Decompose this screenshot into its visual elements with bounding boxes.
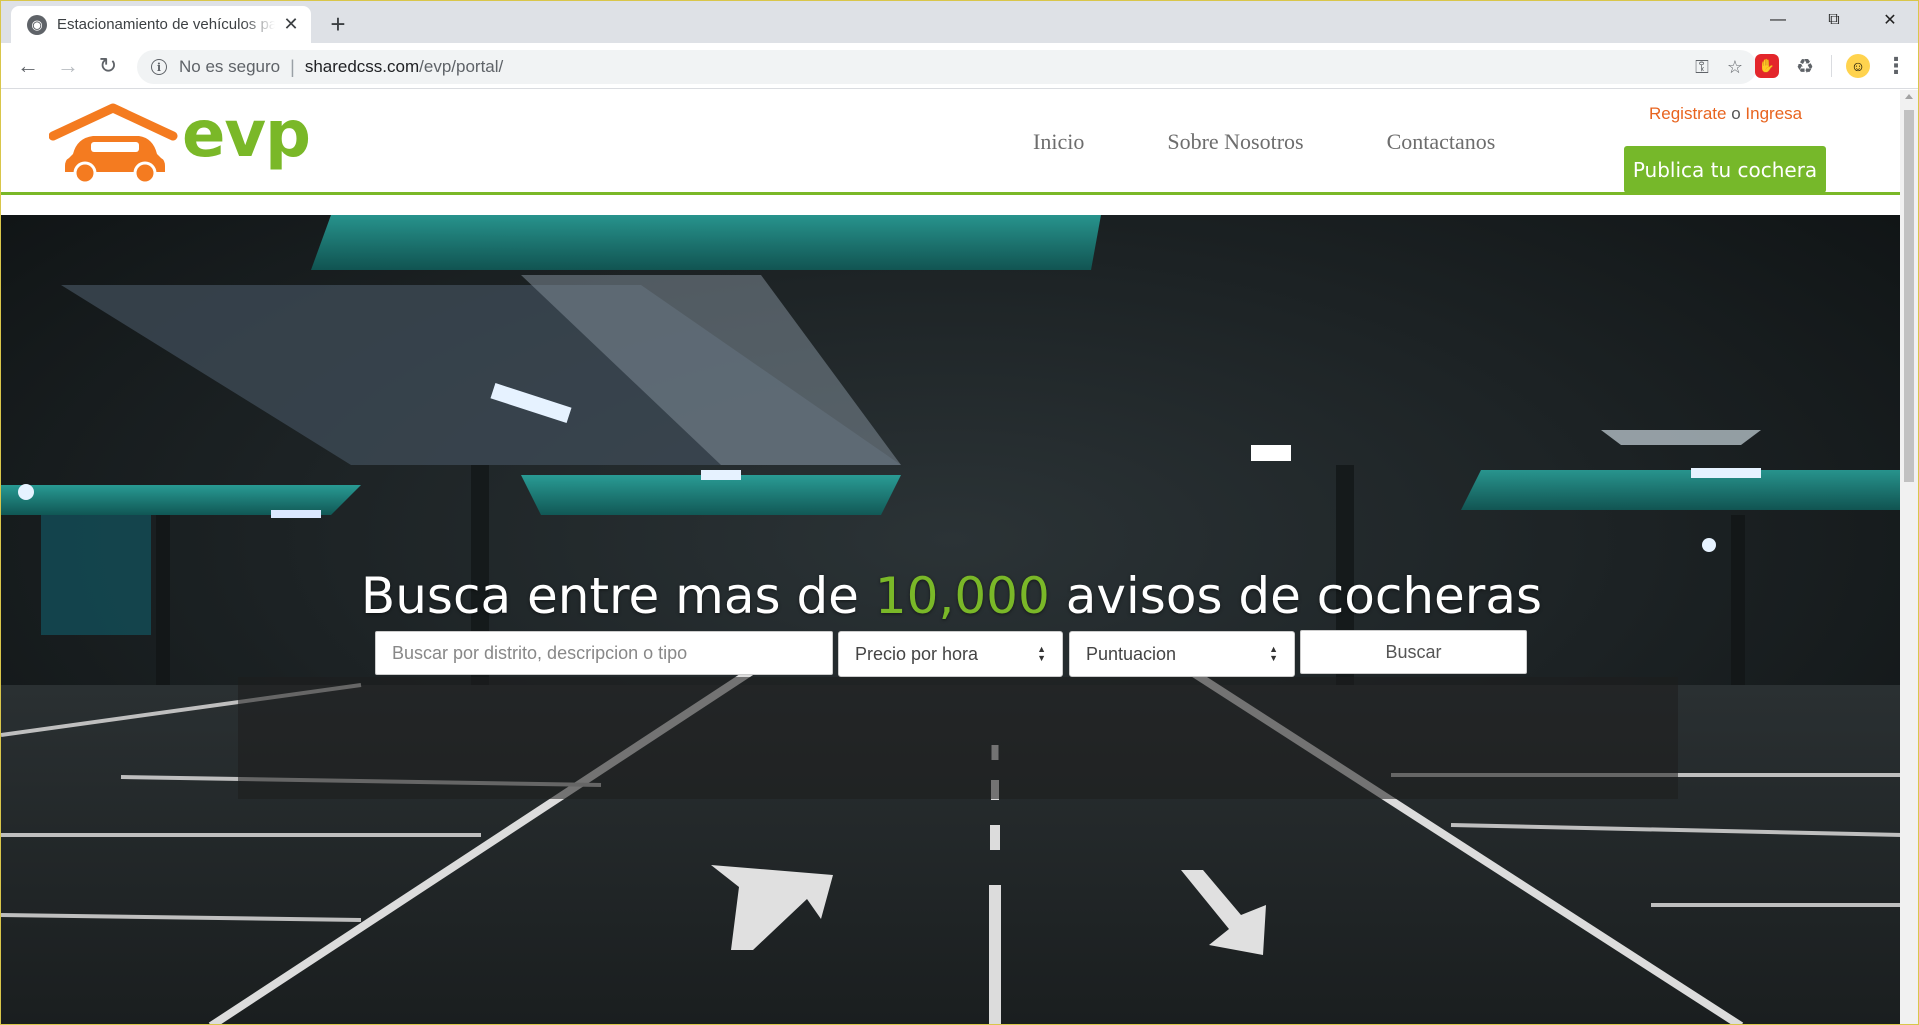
browser-tab[interactable]: ◉ Estacionamiento de vehículos para ✕ (11, 6, 311, 43)
hero-title: Busca entre mas de 10,000 avisos de coch… (1, 567, 1902, 625)
browser-toolbar: ← → ↻ i No es seguro | sharedcss.com/evp… (1, 43, 1918, 89)
page-viewport: evp Inicio Sobre Nosotros Contactanos Re… (1, 90, 1902, 1024)
nav-link-contactanos[interactable]: Contactanos (1387, 129, 1496, 155)
reload-icon[interactable]: ↻ (93, 51, 123, 81)
nav-link-sobre-nosotros[interactable]: Sobre Nosotros (1167, 129, 1303, 155)
key-icon[interactable]: ⚿ (1695, 57, 1709, 78)
tab-title: Estacionamiento de vehículos para (57, 16, 275, 33)
scroll-up-icon[interactable] (1905, 94, 1913, 99)
main-nav: Inicio Sobre Nosotros Contactanos (1033, 122, 1495, 162)
url-host[interactable]: sharedcss.com (305, 57, 419, 77)
publish-garage-button[interactable]: Publica tu cochera (1624, 146, 1826, 193)
rating-select-value: Puntuacion (1086, 643, 1177, 664)
extension-icons: ✋ ♻ ☺ ⋮ (1755, 51, 1908, 81)
price-select-value: Precio por hora (855, 643, 979, 664)
search-input[interactable]: Buscar por distrito, descripcion o tipo (375, 631, 833, 675)
arrow-right-icon[interactable]: → (53, 51, 83, 81)
select-caret-icon: ▲ ▼ (1037, 644, 1046, 663)
site-header: evp Inicio Sobre Nosotros Contactanos Re… (1, 90, 1902, 195)
star-icon[interactable]: ☆ (1727, 57, 1743, 78)
security-label[interactable]: No es seguro (179, 57, 280, 77)
auth-or-text: o (1731, 104, 1741, 123)
kebab-menu-icon[interactable]: ⋮ (1884, 53, 1908, 78)
adblock-icon[interactable]: ✋ (1755, 54, 1779, 78)
login-link[interactable]: Ingresa (1745, 104, 1802, 123)
scrollbar-thumb[interactable] (1904, 110, 1914, 482)
arrow-left-icon[interactable]: ← (13, 51, 43, 81)
hero-section: Busca entre mas de 10,000 avisos de coch… (1, 215, 1902, 1024)
scrollbar[interactable] (1900, 90, 1918, 1024)
car-house-icon (48, 103, 178, 185)
recycle-icon[interactable]: ♻ (1793, 54, 1817, 78)
toolbar-divider (1831, 55, 1832, 77)
address-bar[interactable]: i No es seguro | sharedcss.com/evp/porta… (137, 50, 1757, 84)
hero-title-highlight: 10,000 (874, 567, 1050, 625)
close-tab-icon[interactable]: ✕ (281, 14, 301, 35)
omnibox-separator: | (290, 56, 295, 77)
window-controls: — ⧉ ✕ (1750, 1, 1918, 43)
info-icon[interactable]: i (151, 59, 167, 75)
search-panel (238, 677, 1678, 799)
avatar-icon[interactable]: ☺ (1846, 54, 1870, 78)
browser-window: ◉ Estacionamiento de vehículos para ✕ + … (0, 0, 1919, 1025)
close-window-icon[interactable]: ✕ (1862, 1, 1918, 39)
search-button[interactable]: Buscar (1300, 630, 1527, 674)
omnibox-actions: ⚿ ☆ (1695, 50, 1743, 84)
price-select[interactable]: Precio por hora ▲ ▼ (838, 631, 1063, 677)
register-link[interactable]: Registrate (1649, 104, 1726, 123)
url-path[interactable]: /evp/portal/ (419, 57, 503, 77)
title-bar: ◉ Estacionamiento de vehículos para ✕ + … (1, 1, 1918, 43)
site-logo[interactable]: evp (48, 98, 339, 185)
new-tab-icon[interactable]: + (323, 9, 353, 39)
hero-title-before: Busca entre mas de (360, 567, 875, 625)
rating-select[interactable]: Puntuacion ▲ ▼ (1069, 631, 1295, 677)
nav-link-inicio[interactable]: Inicio (1033, 129, 1084, 155)
logo-text: evp (182, 98, 311, 172)
hero-title-after: avisos de cocheras (1049, 567, 1543, 625)
minimize-icon[interactable]: — (1750, 1, 1806, 39)
globe-icon: ◉ (27, 14, 47, 35)
auth-links: Registrate o Ingresa (1649, 104, 1802, 124)
select-caret-icon: ▲ ▼ (1269, 644, 1278, 663)
restore-icon[interactable]: ⧉ (1806, 1, 1862, 39)
